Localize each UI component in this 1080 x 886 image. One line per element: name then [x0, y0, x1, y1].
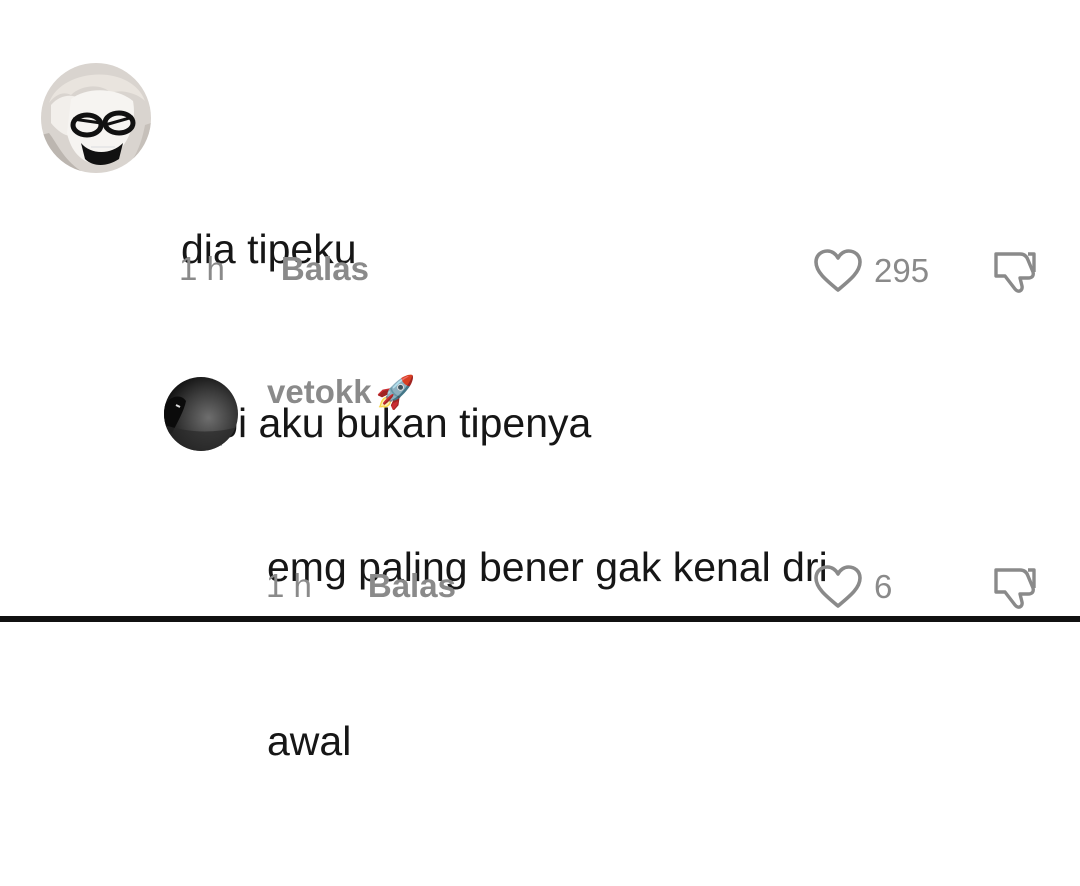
reply-text: emg paling bener gak kenal dri awal: [267, 422, 828, 886]
thumbs-down-icon: [994, 568, 1036, 609]
reply-button[interactable]: Balas: [281, 249, 369, 289]
username-text: vetokk: [267, 373, 372, 410]
comment-meta: 1 h Balas: [179, 249, 369, 289]
anime-character-avatar-icon: [41, 63, 151, 173]
reply-text-line: awal: [267, 718, 352, 764]
like-button[interactable]: 295: [812, 248, 929, 294]
reply-button[interactable]: Balas: [368, 566, 456, 606]
comment-timestamp: 1 h: [179, 250, 225, 287]
dislike-button[interactable]: [990, 246, 1040, 301]
like-count: 295: [874, 252, 930, 289]
like-count: 6: [874, 568, 893, 605]
like-button[interactable]: 6: [812, 564, 892, 610]
reply-item: vetokk 🚀 emg paling bener gak kenal dri …: [0, 360, 1080, 764]
thumbs-down-icon: [994, 252, 1036, 293]
rocket-emoji: 🚀: [375, 374, 416, 410]
bottom-divider: [0, 616, 1080, 622]
reply-meta: 1 h Balas: [266, 566, 456, 606]
reply-username[interactable]: vetokk 🚀: [267, 372, 415, 412]
heart-icon: [814, 565, 862, 608]
heart-icon: [814, 249, 862, 292]
reply-timestamp: 1 h: [266, 567, 312, 604]
reply-avatar[interactable]: [164, 377, 238, 451]
dark-photo-avatar-icon: [164, 377, 238, 451]
dislike-button[interactable]: [990, 562, 1040, 617]
comment-item: dia tipeku tapi aku bukan tipenya 1 h Ba…: [0, 0, 1080, 446]
comment-avatar[interactable]: [41, 63, 151, 173]
